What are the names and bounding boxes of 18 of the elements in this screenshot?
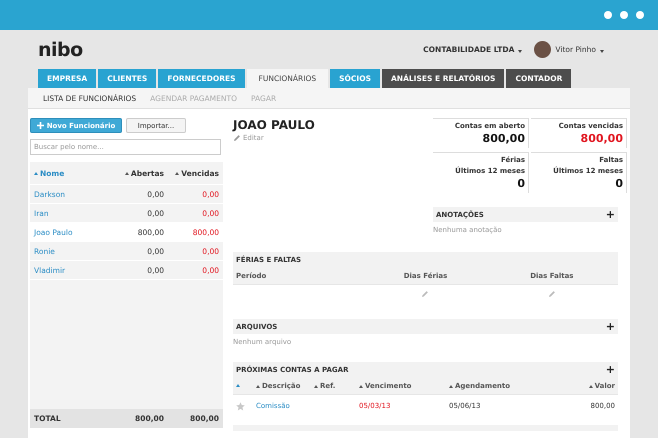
add-button[interactable]: + <box>606 322 615 332</box>
caret-icon <box>600 50 604 52</box>
card-value: 800,00 <box>482 132 525 146</box>
caret-icon <box>518 50 522 52</box>
star-icon[interactable] <box>236 402 245 410</box>
pencil-icon[interactable] <box>548 290 556 298</box>
avatar <box>534 41 552 58</box>
pencil-icon <box>233 134 241 142</box>
plus-icon <box>36 122 44 129</box>
card-value: 0 <box>615 177 623 191</box>
window-dots-icon <box>604 11 644 19</box>
add-button[interactable]: + <box>606 365 615 375</box>
add-button[interactable]: + <box>606 210 615 220</box>
logo: nibo <box>38 38 83 60</box>
employee-name-title: JOAO PAULO <box>233 118 315 132</box>
card-value: 0 <box>517 177 525 191</box>
card-value: 800,00 <box>580 132 623 146</box>
pencil-icon[interactable] <box>421 290 430 298</box>
